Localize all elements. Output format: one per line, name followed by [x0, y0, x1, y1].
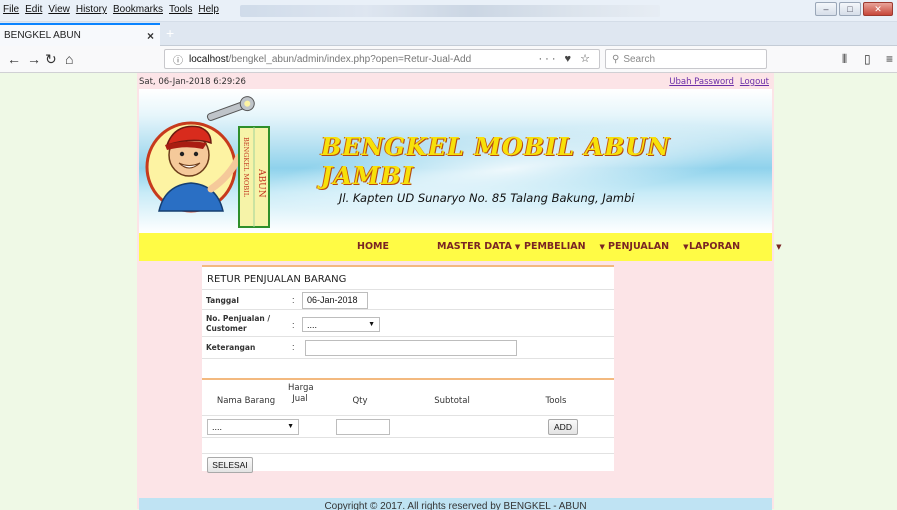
tab-title: BENGKEL ABUN — [4, 30, 81, 41]
current-datetime: Sat, 06-Jan-2018 6:29:26 — [139, 77, 246, 87]
logo-sign-text2: ABUN — [256, 168, 266, 198]
colon: : — [292, 320, 295, 330]
keterangan-label: Keterangan — [206, 343, 256, 352]
menu-bookmarks[interactable]: Bookmarks — [113, 4, 163, 15]
site-address: Jl. Kapten UD Sunaryo No. 85 Talang Baku… — [339, 191, 635, 205]
item-row: .... ▼ ADD — [202, 415, 614, 437]
colon: : — [292, 342, 295, 352]
retur-form: RETUR PENJUALAN BARANG Tanggal : 06-Jan-… — [202, 265, 614, 473]
menu-laporan[interactable]: LAPORAN ▼ — [689, 241, 781, 252]
change-password-link[interactable]: Ubah Password — [669, 77, 734, 87]
penjualan-label: No. Penjualan / Customer — [206, 314, 271, 333]
barang-select[interactable]: .... ▼ — [207, 419, 299, 435]
main-menu: HOME MASTER DATA ▼ PEMBELIAN ▼ PENJUALAN ▼ … — [139, 233, 781, 261]
section-divider — [202, 378, 614, 380]
page-actions-icon[interactable]: ··· ♥ ☆ — [539, 52, 594, 65]
url-bar[interactable]: ⓘ localhost/bengkel_abun/admin/index.php… — [164, 49, 600, 69]
url-host: localhost — [189, 53, 229, 65]
menu-penjualan[interactable]: PENJUALAN ▼ — [608, 241, 688, 252]
row-penjualan: No. Penjualan / Customer : .... ▼ — [202, 309, 614, 336]
reload-icon[interactable]: ↻ — [45, 50, 57, 68]
menu-help[interactable]: Help — [198, 4, 219, 15]
col-qty: Qty — [352, 396, 368, 406]
minimize-button[interactable]: – — [815, 2, 837, 16]
mechanic-logo: BENGKEL MOBIL ABUN — [145, 96, 270, 228]
selesai-button[interactable]: SELESAI — [207, 457, 253, 473]
dropdown-arrow-icon: ▼ — [368, 321, 375, 328]
tab-active[interactable]: BENGKEL ABUN × — [0, 23, 160, 46]
qty-input[interactable] — [336, 419, 390, 435]
menu-pembelian[interactable]: PEMBELIAN ▼ — [524, 241, 605, 252]
add-button[interactable]: ADD — [548, 419, 578, 435]
navigation-bar: ← → ↻ ⌂ ⓘ localhost/bengkel_abun/admin/i… — [0, 46, 897, 73]
col-harga-jual: Harga Jual — [288, 383, 314, 404]
new-tab-icon[interactable]: + — [166, 25, 174, 41]
col-nama-barang: Nama Barang — [216, 396, 276, 406]
penjualan-select[interactable]: .... ▼ — [302, 317, 380, 332]
menu-edit[interactable]: Edit — [25, 4, 42, 15]
home-icon[interactable]: ⌂ — [65, 50, 73, 68]
logo-sign-text: BENGKEL MOBIL — [242, 137, 250, 198]
tanggal-input[interactable]: 06-Jan-2018 — [302, 292, 368, 309]
sidebar-icon[interactable]: ▯ — [864, 50, 871, 68]
window-controls: – □ ✕ — [815, 2, 893, 16]
form-title: RETUR PENJUALAN BARANG — [207, 274, 347, 285]
chevron-down-icon: ▼ — [514, 243, 521, 251]
chevron-down-icon: ▼ — [776, 243, 782, 251]
site-title: BENGKEL MOBIL ABUN JAMBI — [321, 132, 671, 190]
info-icon[interactable]: ⓘ — [173, 52, 183, 67]
library-icon[interactable]: ⫴ — [842, 50, 847, 68]
menu-home[interactable]: HOME — [357, 241, 389, 252]
row-spacer — [202, 358, 614, 378]
page-container: Sat, 06-Jan-2018 6:29:26 Ubah Password L… — [137, 73, 781, 510]
browser-menubar: File Edit View History Bookmarks Tools H… — [3, 4, 219, 15]
menu-tools[interactable]: Tools — [169, 4, 192, 15]
row-keterangan: Keterangan : — [202, 336, 614, 358]
col-subtotal: Subtotal — [434, 396, 470, 406]
tanggal-label: Tanggal — [206, 296, 239, 305]
row-selesai: SELESAI — [202, 453, 614, 473]
dropdown-arrow-icon: ▼ — [287, 423, 294, 430]
menu-file[interactable]: File — [3, 4, 19, 15]
tab-bar: BENGKEL ABUN × + — [0, 22, 897, 46]
keterangan-input[interactable] — [305, 340, 517, 356]
chevron-down-icon: ▼ — [683, 243, 689, 251]
row-tanggal: Tanggal : 06-Jan-2018 — [202, 289, 614, 309]
hamburger-menu-icon[interactable]: ≡ — [886, 50, 893, 68]
account-links: Ubah Password Logout — [669, 77, 769, 87]
forward-icon[interactable]: → — [27, 50, 41, 68]
search-bar[interactable]: ⚲ Search — [605, 49, 767, 69]
logout-link[interactable]: Logout — [740, 77, 769, 87]
footer: Copyright © 2017. All rights reserved by… — [139, 498, 772, 510]
colon: : — [292, 295, 295, 305]
close-window-button[interactable]: ✕ — [863, 2, 893, 16]
window-titlebar: File Edit View History Bookmarks Tools H… — [0, 0, 897, 22]
close-tab-icon[interactable]: × — [147, 29, 154, 43]
col-tools: Tools — [545, 396, 567, 406]
maximize-button[interactable]: □ — [839, 2, 861, 16]
search-icon: ⚲ — [612, 53, 620, 65]
chevron-down-icon: ▼ — [599, 243, 605, 251]
menu-history[interactable]: History — [76, 4, 107, 15]
row-spacer2 — [202, 437, 614, 453]
search-placeholder: Search — [623, 53, 656, 65]
back-icon[interactable]: ← — [7, 50, 21, 68]
blurred-tabs — [240, 5, 660, 17]
site-header: BENGKEL MOBIL ABUN BENGKEL MOBIL ABUN JA… — [139, 89, 772, 233]
menu-view[interactable]: View — [48, 4, 70, 15]
url-path: /bengkel_abun/admin/index.php?open=Retur… — [228, 53, 472, 65]
menu-master-data[interactable]: MASTER DATA ▼ — [437, 241, 520, 252]
